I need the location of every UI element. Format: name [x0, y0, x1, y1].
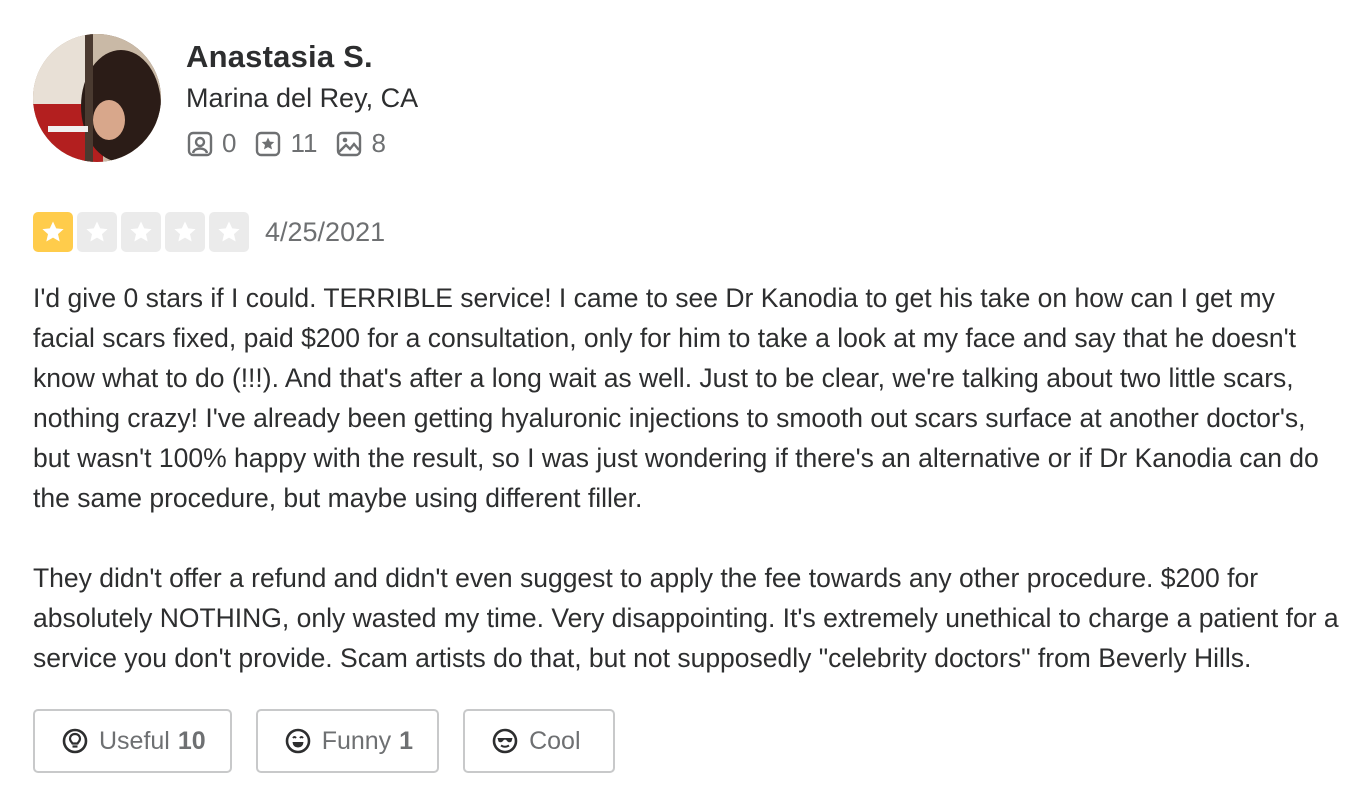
review-date: 4/25/2021	[265, 216, 386, 247]
star-icon	[130, 221, 152, 242]
rating-row: 4/25/2021	[33, 212, 1343, 252]
star-5	[209, 212, 249, 252]
reviews-stat: 11	[254, 128, 317, 159]
avatar[interactable]	[33, 34, 161, 162]
user-stats: 0 11 8	[186, 128, 418, 159]
friends-icon	[187, 131, 213, 156]
photos-stat: 8	[335, 128, 386, 159]
useful-label: Useful	[99, 726, 170, 755]
star-icon	[174, 221, 196, 242]
star-4	[165, 212, 205, 252]
star-3	[121, 212, 161, 252]
friends-stat: 0	[186, 128, 236, 159]
friends-count: 0	[222, 128, 237, 158]
funny-label: Funny	[321, 726, 392, 755]
star-rating	[33, 212, 253, 252]
funny-button[interactable]: Funny 1	[255, 709, 440, 773]
user-name[interactable]: Anastasia S.	[186, 38, 418, 76]
sunglasses-face-icon	[492, 728, 518, 754]
reaction-buttons: Useful 10 Funny 1 Cool	[33, 709, 1343, 773]
user-passport: Anastasia S. Marina del Rey, CA 0 11 8	[33, 34, 1343, 162]
review-paragraph: They didn't offer a refund and didn't ev…	[33, 563, 1339, 673]
user-location: Marina del Rey, CA	[186, 83, 419, 113]
cool-button[interactable]: Cool	[463, 709, 615, 773]
review-card: Anastasia S. Marina del Rey, CA 0 11 8 4…	[33, 34, 1343, 773]
user-info: Anastasia S. Marina del Rey, CA 0 11 8	[186, 38, 418, 159]
star-icon	[42, 221, 64, 242]
laughing-face-icon	[285, 728, 310, 754]
star-2	[77, 212, 117, 252]
review-star-icon	[256, 131, 281, 156]
photos-count: 8	[371, 128, 386, 158]
reviews-count: 11	[290, 128, 318, 158]
star-1	[33, 212, 73, 252]
review-text: I'd give 0 stars if I could. TERRIBLE se…	[33, 278, 1343, 678]
star-icon	[218, 221, 240, 242]
photo-icon	[337, 131, 362, 156]
useful-count: 10	[177, 726, 206, 755]
lightbulb-icon	[62, 728, 88, 754]
funny-count: 1	[399, 726, 414, 755]
star-icon	[86, 221, 108, 242]
review-paragraph: I'd give 0 stars if I could. TERRIBLE se…	[33, 283, 1319, 513]
useful-button[interactable]: Useful 10	[33, 709, 232, 773]
cool-label: Cool	[529, 726, 581, 755]
